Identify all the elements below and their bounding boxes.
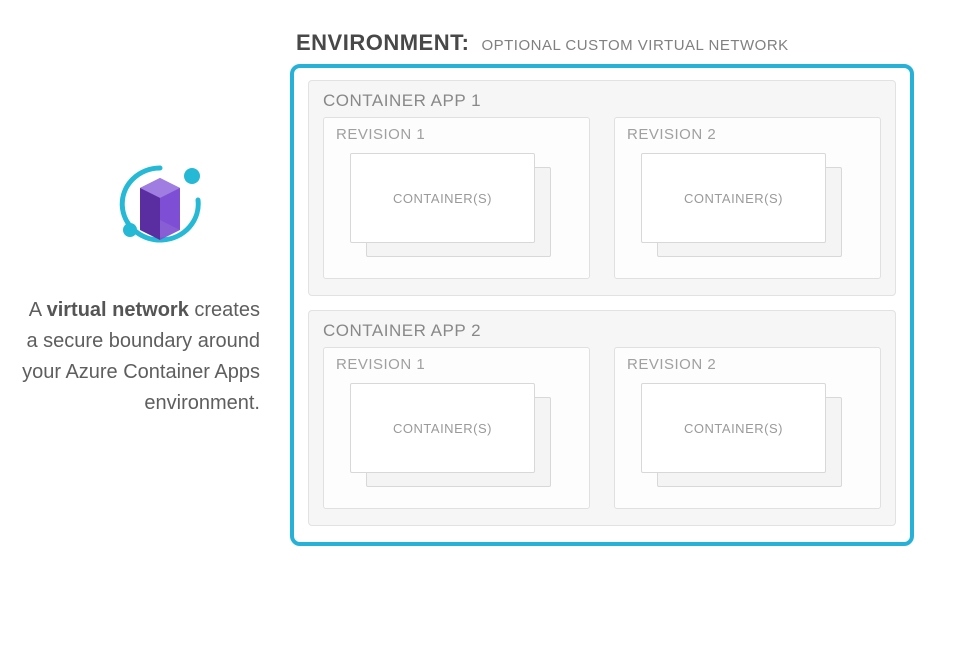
container-stack: CONTAINER(S) xyxy=(336,149,577,264)
environment-box: CONTAINER APP 1 REVISION 1 CONTAINER(S) … xyxy=(290,64,914,546)
left-column: A virtual network creates a secure bound… xyxy=(20,30,260,419)
revision-title: REVISION 1 xyxy=(336,356,577,373)
container-stack: CONTAINER(S) xyxy=(336,379,577,494)
environment-subtitle: OPTIONAL CUSTOM VIRTUAL NETWORK xyxy=(481,37,788,54)
right-column: ENVIRONMENT: OPTIONAL CUSTOM VIRTUAL NET… xyxy=(290,30,914,546)
container-card-front: CONTAINER(S) xyxy=(641,383,826,473)
virtual-network-icon xyxy=(110,160,210,255)
revision-title: REVISION 2 xyxy=(627,126,868,143)
container-card-front: CONTAINER(S) xyxy=(641,153,826,243)
container-card-front: CONTAINER(S) xyxy=(350,153,535,243)
caption-text: A virtual network creates a secure bound… xyxy=(20,295,260,419)
container-label: CONTAINER(S) xyxy=(393,191,492,206)
container-label: CONTAINER(S) xyxy=(684,421,783,436)
container-stack: CONTAINER(S) xyxy=(627,379,868,494)
environment-header: ENVIRONMENT: OPTIONAL CUSTOM VIRTUAL NET… xyxy=(290,30,914,56)
revision-box: REVISION 1 CONTAINER(S) xyxy=(323,347,590,509)
revision-title: REVISION 2 xyxy=(627,356,868,373)
app-title: CONTAINER APP 1 xyxy=(323,91,881,111)
container-label: CONTAINER(S) xyxy=(393,421,492,436)
revision-box: REVISION 2 CONTAINER(S) xyxy=(614,347,881,509)
container-app-1: CONTAINER APP 1 REVISION 1 CONTAINER(S) … xyxy=(308,80,896,296)
app-title: CONTAINER APP 2 xyxy=(323,321,881,341)
revision-title: REVISION 1 xyxy=(336,126,577,143)
revision-box: REVISION 2 CONTAINER(S) xyxy=(614,117,881,279)
container-label: CONTAINER(S) xyxy=(684,191,783,206)
container-stack: CONTAINER(S) xyxy=(627,149,868,264)
container-app-2: CONTAINER APP 2 REVISION 1 CONTAINER(S) … xyxy=(308,310,896,526)
container-card-front: CONTAINER(S) xyxy=(350,383,535,473)
environment-label: ENVIRONMENT: xyxy=(296,30,469,56)
revision-box: REVISION 1 CONTAINER(S) xyxy=(323,117,590,279)
